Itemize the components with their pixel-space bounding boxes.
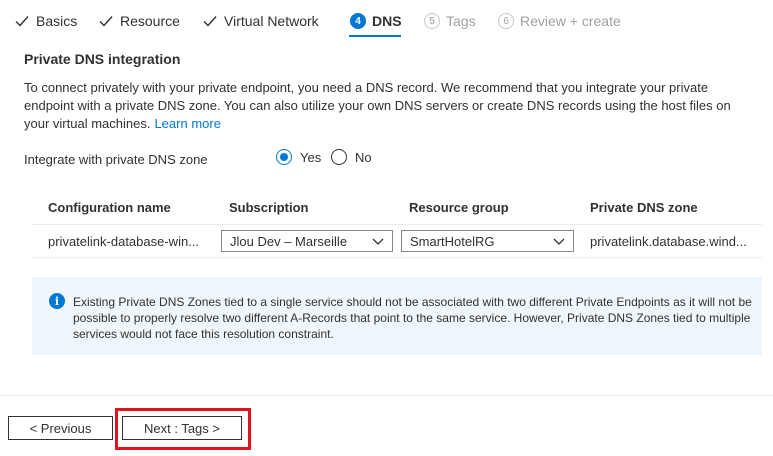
section-description: To connect privately with your private e… — [24, 79, 759, 133]
subscription-dropdown[interactable]: Jlou Dev – Marseille — [221, 230, 393, 252]
tab-label: Virtual Network — [224, 13, 319, 29]
radio-checked-icon — [276, 149, 292, 165]
radio-unchecked-icon — [331, 149, 347, 165]
checkmark-icon — [99, 16, 113, 27]
tab-label: Resource — [120, 13, 180, 29]
info-icon: i — [49, 293, 65, 309]
checkmark-icon — [15, 16, 29, 27]
private-dns-zone-cell: privatelink.database.wind... — [590, 234, 747, 249]
radio-no[interactable]: No — [331, 149, 372, 165]
column-header-private-dns-zone: Private DNS zone — [590, 200, 698, 215]
tab-label: DNS — [372, 13, 402, 29]
tab-basics[interactable]: Basics — [14, 9, 77, 33]
column-header-configuration-name: Configuration name — [48, 200, 171, 215]
configuration-name-cell: privatelink-database-win... — [48, 234, 200, 249]
info-banner: i Existing Private DNS Zones tied to a s… — [32, 277, 762, 355]
integrate-dns-label: Integrate with private DNS zone — [24, 152, 208, 167]
footer-divider — [0, 395, 773, 396]
tab-dns[interactable]: 4 DNS — [350, 9, 402, 33]
radio-label: Yes — [300, 149, 322, 165]
tab-tags[interactable]: 5 Tags — [424, 9, 476, 33]
learn-more-link[interactable]: Learn more — [154, 116, 220, 131]
checkmark-icon — [203, 16, 217, 27]
chevron-down-icon — [372, 238, 384, 245]
dropdown-value: Jlou Dev – Marseille — [230, 233, 348, 249]
dropdown-value: SmartHotelRG — [410, 233, 495, 249]
tab-virtual-network[interactable]: Virtual Network — [202, 9, 319, 33]
wizard-tabs: Basics Resource Virtual Network 4 DNS 5 … — [0, 0, 773, 40]
resource-group-dropdown[interactable]: SmartHotelRG — [401, 230, 574, 252]
step-number-badge: 4 — [350, 13, 366, 29]
chevron-down-icon — [553, 238, 565, 245]
tab-label: Tags — [446, 13, 476, 29]
radio-yes[interactable]: Yes — [276, 149, 321, 165]
section-title: Private DNS integration — [24, 51, 181, 67]
grid-header: Configuration name Subscription Resource… — [32, 192, 762, 225]
highlight-box — [115, 408, 251, 450]
active-tab-underline — [349, 35, 401, 37]
tab-review-create[interactable]: 6 Review + create — [498, 9, 621, 33]
info-text: Existing Private DNS Zones tied to a sin… — [73, 295, 752, 341]
step-number-badge: 6 — [498, 13, 514, 29]
tab-resource[interactable]: Resource — [98, 9, 180, 33]
column-header-resource-group: Resource group — [409, 200, 509, 215]
tab-label: Basics — [36, 13, 78, 29]
step-number-badge: 5 — [424, 13, 440, 29]
table-row: privatelink-database-win... Jlou Dev – M… — [32, 225, 762, 258]
radio-label: No — [355, 149, 372, 165]
tab-label: Review + create — [520, 13, 621, 29]
previous-button[interactable]: < Previous — [8, 416, 113, 440]
column-header-subscription: Subscription — [229, 200, 309, 215]
description-text: To connect privately with your private e… — [24, 80, 731, 131]
